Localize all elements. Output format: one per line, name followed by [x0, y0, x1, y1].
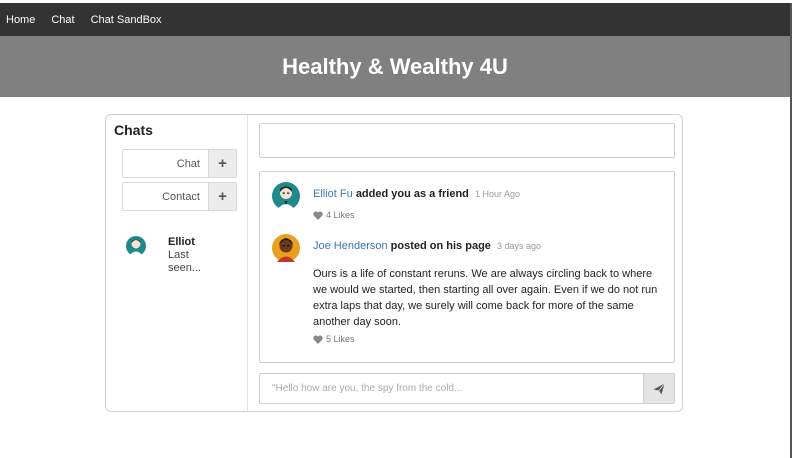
new-chat-label: Chat [176, 157, 200, 170]
send-icon [653, 382, 665, 394]
nav-chat-sandbox-link[interactable]: Chat SandBox [91, 14, 162, 26]
feed-post-text: Ours is a life of constant reruns. We ar… [313, 268, 658, 328]
contact-last-seen: Last seen... [168, 249, 202, 274]
feed-author-link[interactable]: Joe Henderson [313, 240, 388, 252]
new-contact-button[interactable]: Contact + [122, 182, 237, 211]
feed-timestamp: 3 days ago [496, 241, 542, 251]
feed-author-link[interactable]: Elliot Fu [313, 188, 353, 200]
new-contact-label: Contact [162, 190, 200, 203]
like-count: 5 Likes [326, 334, 355, 344]
activity-feed: Elliot Fu added you as a friend 1 Hour A… [259, 171, 675, 363]
plus-icon[interactable]: + [208, 150, 236, 177]
chat-panel: Chats Chat + Contact + Elliot Last seen.… [105, 114, 683, 412]
plus-icon[interactable]: + [208, 183, 236, 210]
like-button[interactable]: 5 Likes [313, 334, 355, 344]
contact-list-item[interactable]: Elliot Last seen... [124, 236, 234, 276]
heart-icon [313, 335, 323, 344]
feed-item-header: Joe Henderson posted on his page 3 days … [313, 240, 541, 252]
send-button[interactable] [643, 374, 674, 403]
like-button[interactable]: 4 Likes [313, 210, 355, 220]
chat-sidebar: Chats Chat + Contact + Elliot Last seen.… [106, 115, 248, 411]
avatar [272, 182, 300, 215]
top-navbar: Home Chat Chat SandBox [0, 3, 790, 36]
contact-name: Elliot [168, 236, 195, 248]
page-title: Healthy & Wealthy 4U [282, 53, 508, 79]
post-input-box[interactable] [259, 123, 675, 158]
message-input[interactable] [260, 374, 643, 403]
like-count: 4 Likes [326, 210, 355, 220]
feed-item-header: Elliot Fu added you as a friend 1 Hour A… [313, 188, 520, 200]
feed-item: Joe Henderson posted on his page 3 days … [272, 234, 664, 350]
sidebar-title: Chats [114, 122, 153, 138]
new-chat-button[interactable]: Chat + [122, 149, 237, 178]
heart-icon [313, 211, 323, 220]
nav-chat-link[interactable]: Chat [51, 14, 74, 26]
nav-home-link[interactable]: Home [6, 14, 35, 26]
feed-item: Elliot Fu added you as a friend 1 Hour A… [272, 182, 664, 226]
feed-timestamp: 1 Hour Ago [474, 189, 520, 199]
page-banner: Healthy & Wealthy 4U [0, 36, 790, 97]
feed-action-text: added you as a friend [355, 188, 469, 200]
avatar [126, 236, 146, 261]
avatar [272, 234, 300, 267]
message-composer [259, 373, 675, 404]
feed-action-text: posted on his page [390, 240, 491, 252]
